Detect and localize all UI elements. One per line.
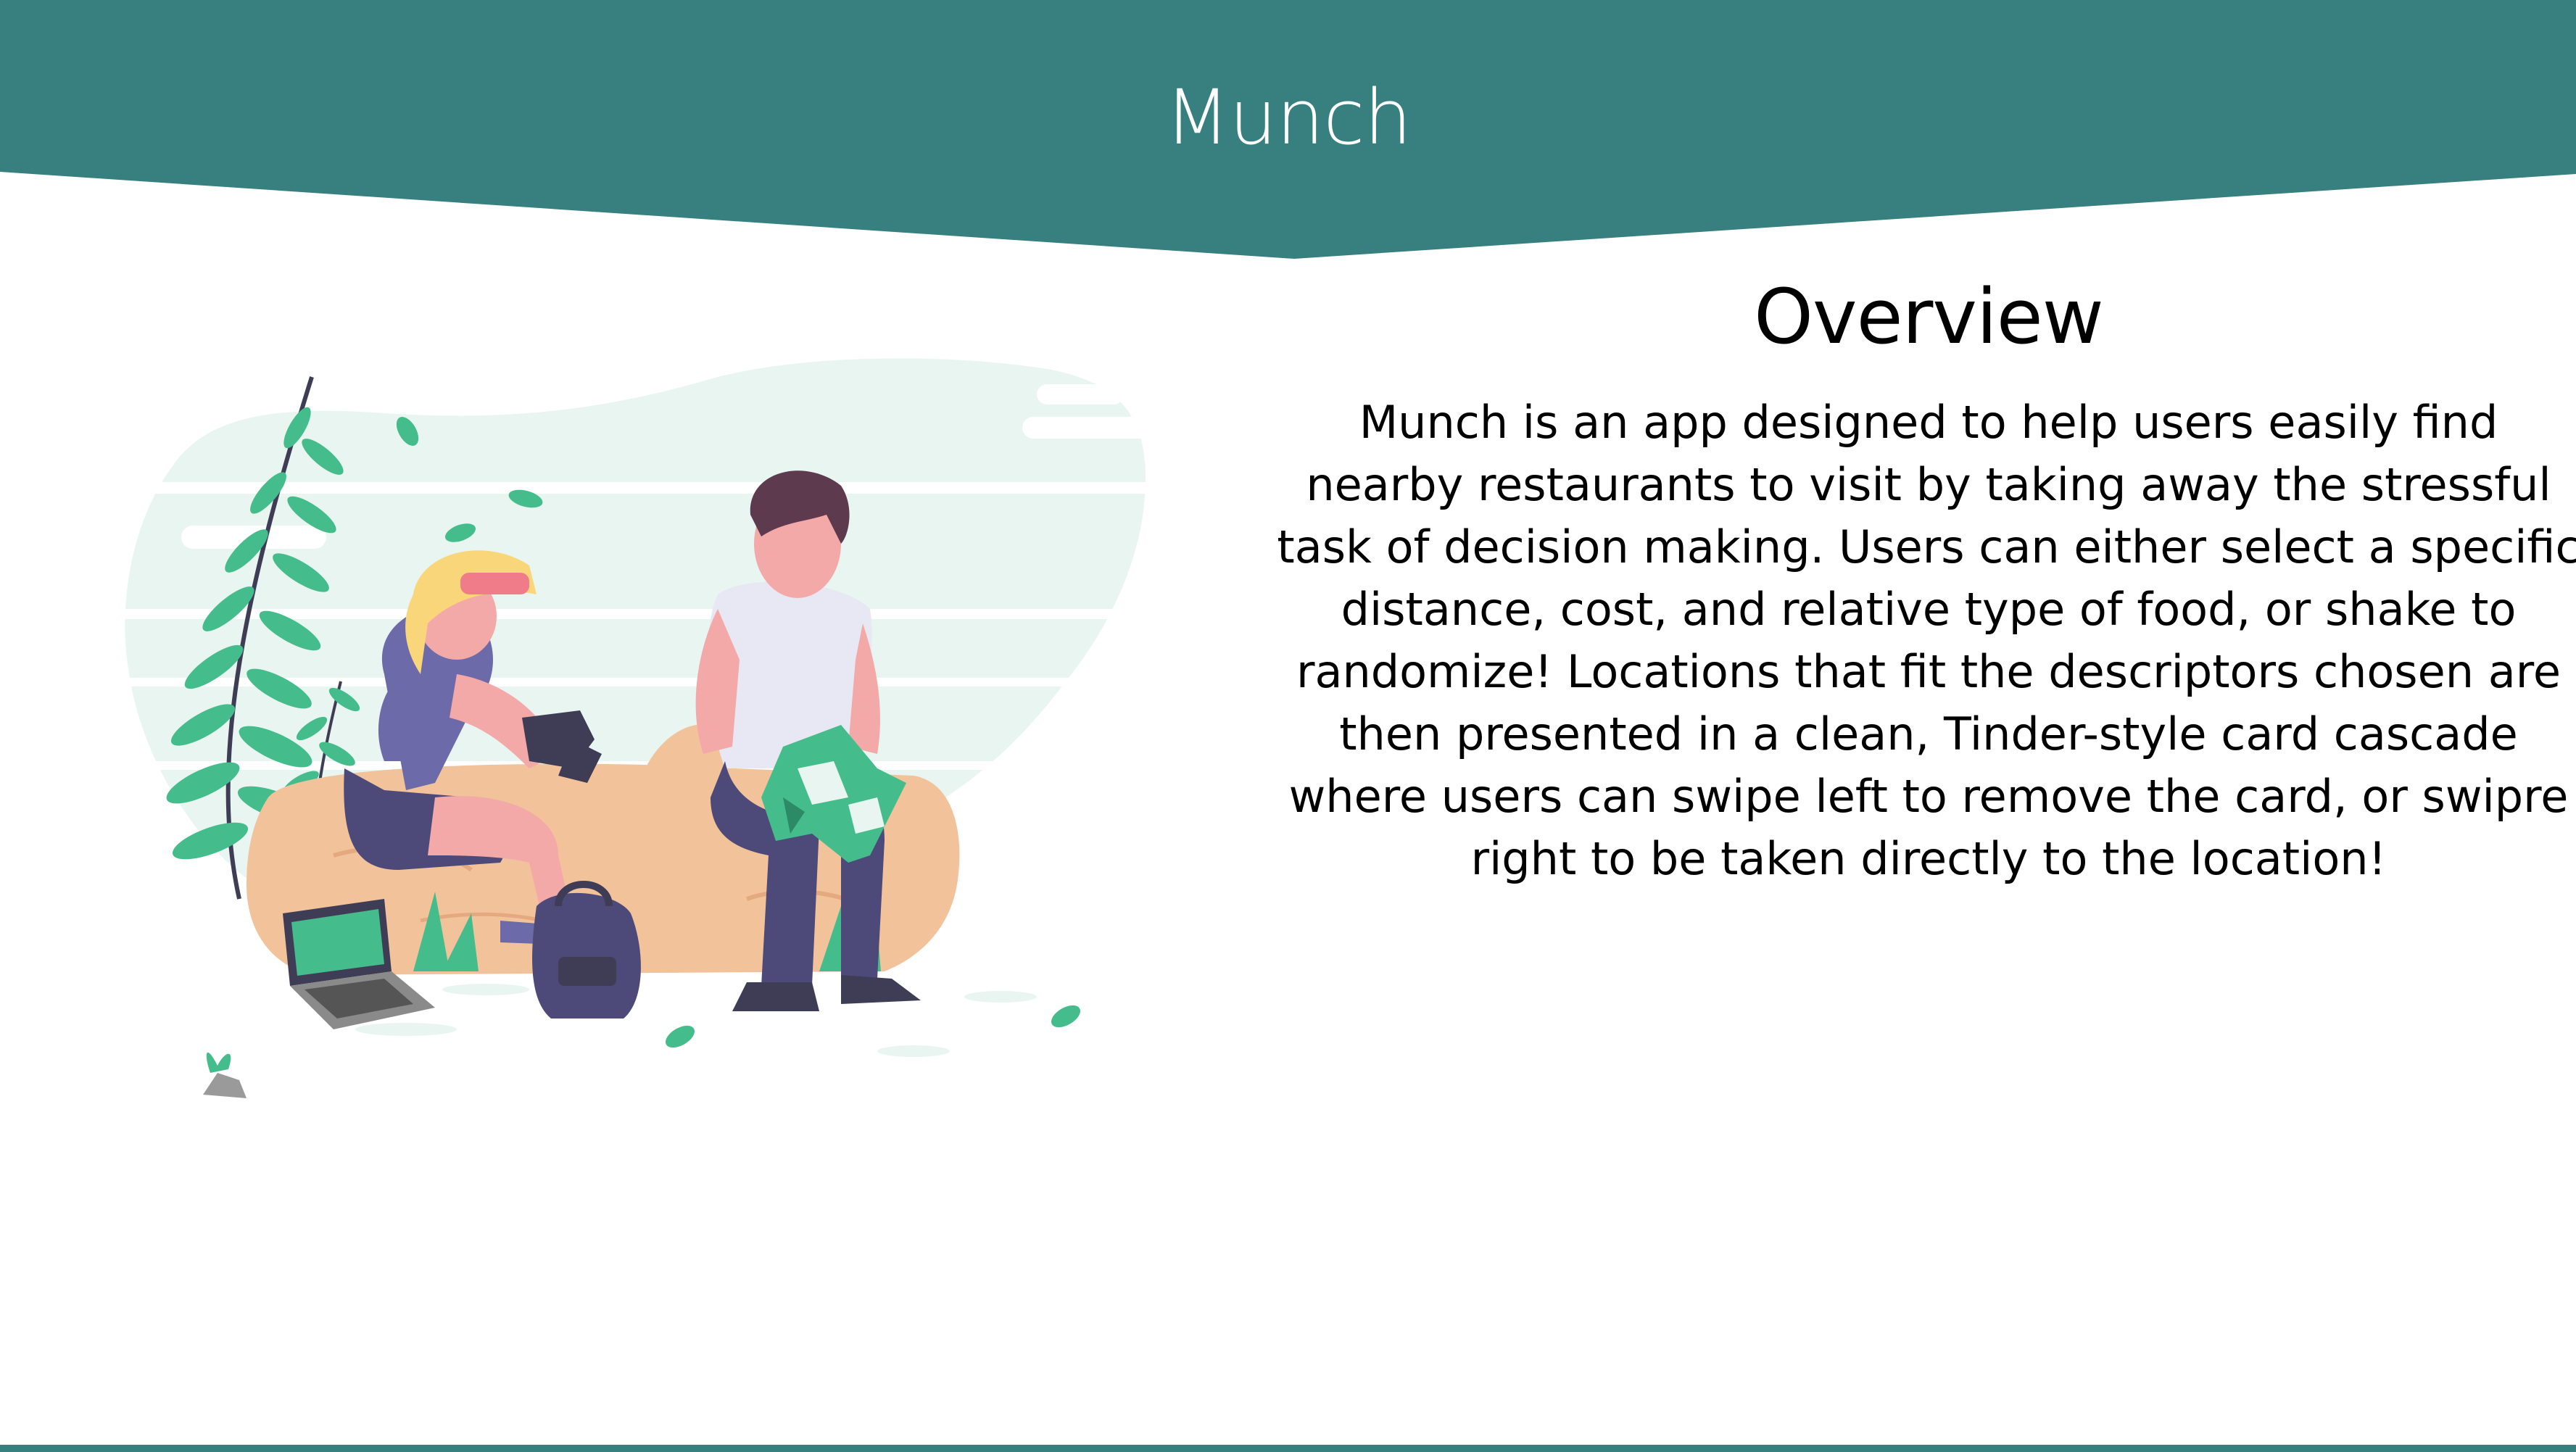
app-title: Munch <box>1164 73 1412 162</box>
footer-bar <box>0 1445 2576 1452</box>
hero-illustration <box>94 358 1204 1098</box>
overview-heading: Overview <box>1754 273 2104 361</box>
overview-description: Munch is an app designed to help users e… <box>1277 396 2576 885</box>
